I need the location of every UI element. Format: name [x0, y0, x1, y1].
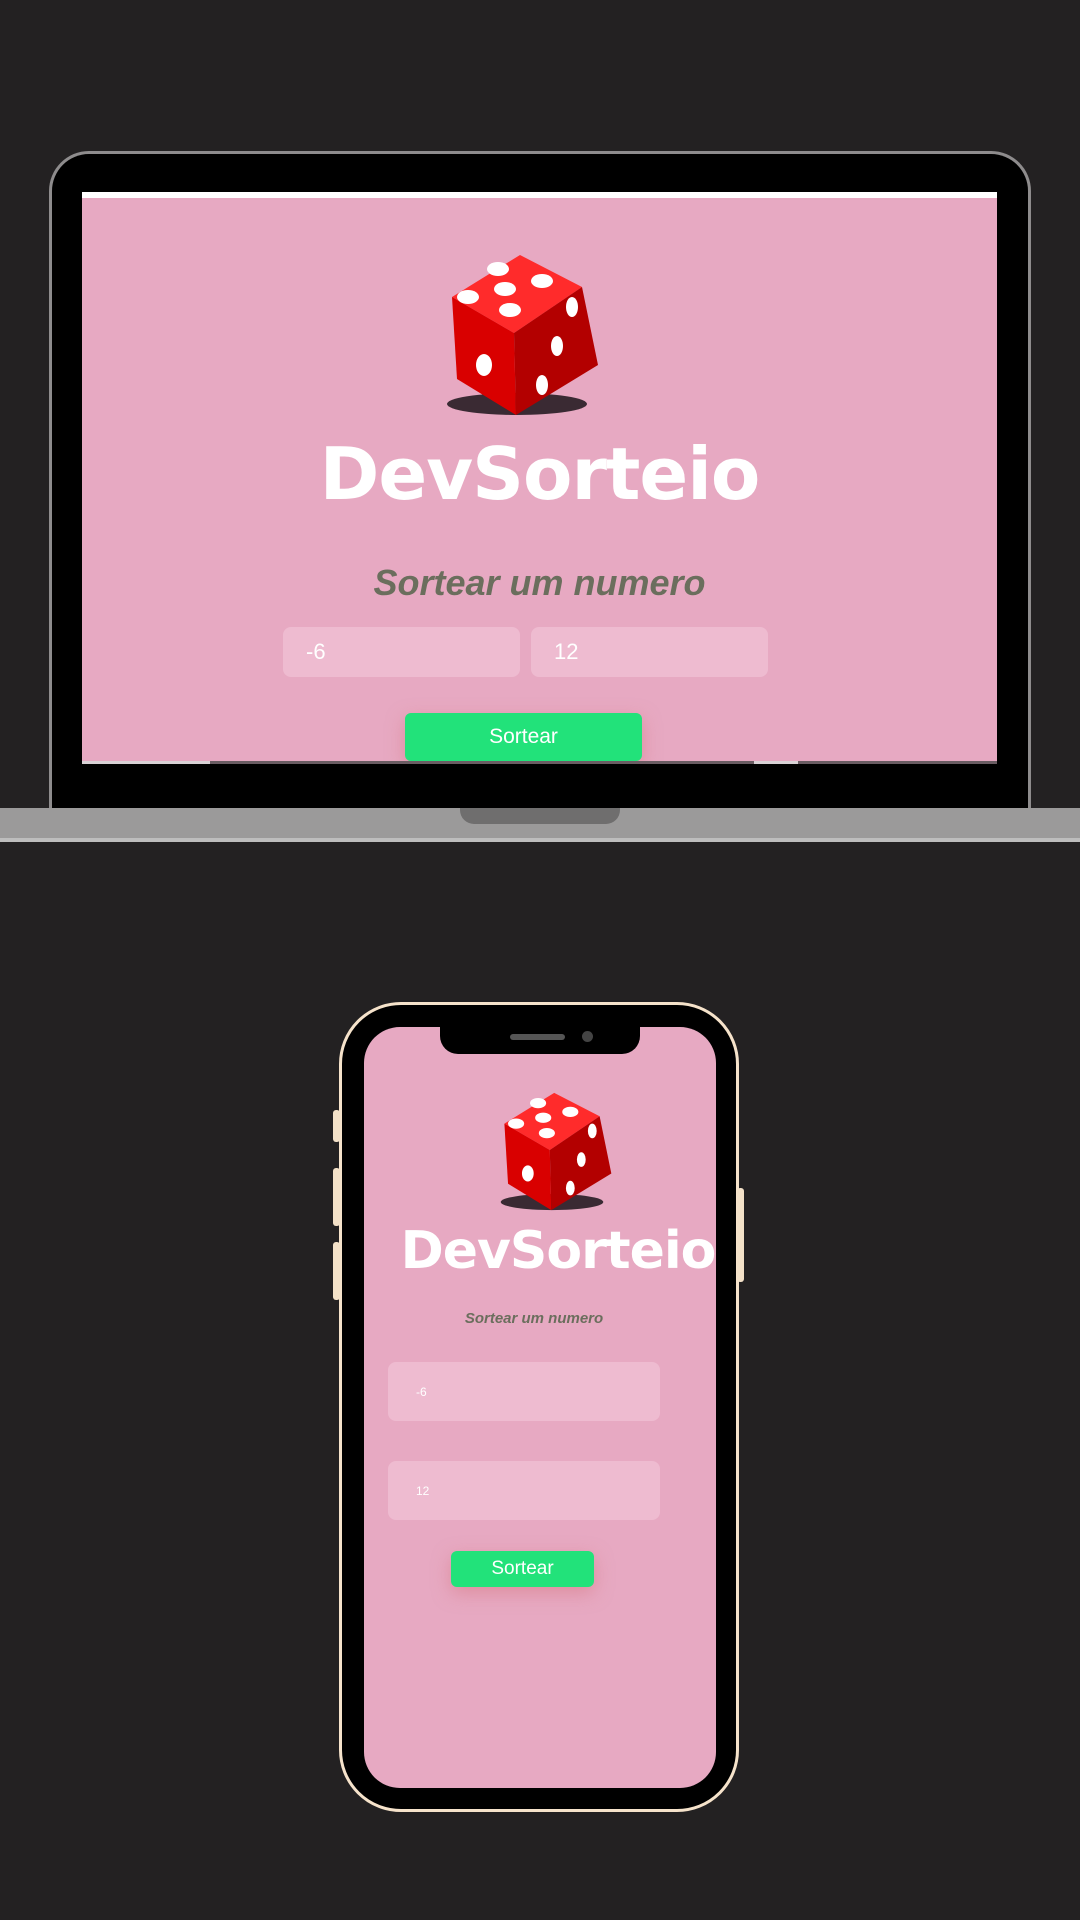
- laptop-hinge-notch: [460, 808, 620, 824]
- dice-icon: [500, 1092, 612, 1211]
- app-subtitle: Sortear um numero: [464, 1310, 604, 1327]
- phone-button-silent: [333, 1110, 340, 1142]
- draw-button[interactable]: Sortear: [451, 1551, 594, 1587]
- phone-camera: [582, 1031, 593, 1042]
- max-number-input[interactable]: [531, 627, 768, 677]
- min-number-input[interactable]: [283, 627, 520, 677]
- min-number-input[interactable]: [388, 1362, 660, 1421]
- draw-button[interactable]: Sortear: [405, 713, 642, 761]
- phone-screen: DevSorteio Sortear um numero Sortear: [364, 1027, 716, 1788]
- phone-button-volume-up: [333, 1168, 340, 1226]
- app-title: DevSorteio: [400, 1221, 716, 1281]
- phone-button-power: [737, 1188, 744, 1282]
- browser-top-edge: [82, 192, 997, 198]
- taskbar: [82, 761, 997, 764]
- phone-speaker: [510, 1034, 565, 1040]
- max-number-input[interactable]: [388, 1461, 660, 1520]
- app-subtitle: Sortear um numero: [373, 562, 706, 603]
- app-title: DevSorteio: [319, 432, 761, 516]
- dice-icon: [447, 255, 598, 415]
- laptop-screen: DevSorteio Sortear um numero Sortear: [82, 192, 997, 764]
- phone-button-volume-down: [333, 1242, 340, 1300]
